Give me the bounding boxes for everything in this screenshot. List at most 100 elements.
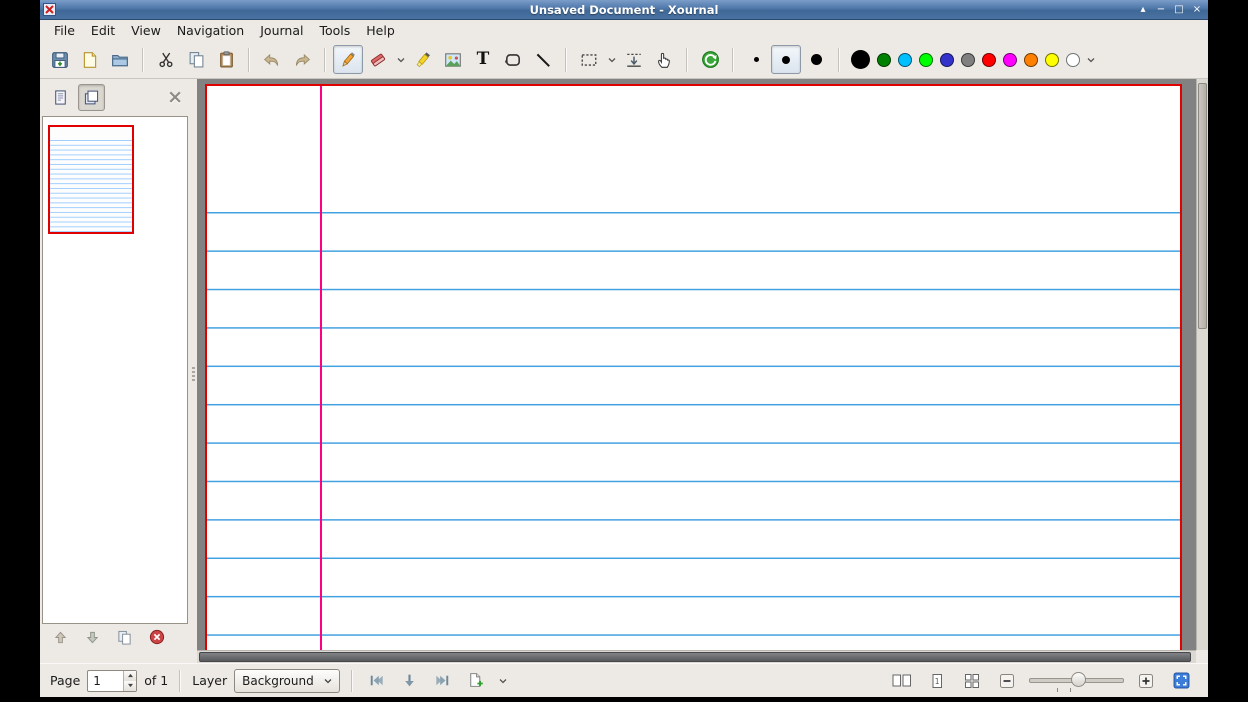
open-button[interactable] xyxy=(105,45,135,74)
menu-tools[interactable]: Tools xyxy=(311,21,358,40)
xournal-window: Unsaved Document - Xournal ▴ − □ × File … xyxy=(40,0,1208,697)
cut-button[interactable] xyxy=(151,45,181,74)
color-magenta-swatch[interactable] xyxy=(1003,53,1017,67)
selection-rect-icon xyxy=(580,51,598,69)
image-tool-button[interactable] xyxy=(438,45,468,74)
color-yellow-swatch[interactable] xyxy=(1045,53,1059,67)
toolbar-separator xyxy=(686,48,688,72)
maximize-button[interactable]: □ xyxy=(1171,2,1187,17)
menu-edit[interactable]: Edit xyxy=(83,21,123,40)
menu-help[interactable]: Help xyxy=(358,21,403,40)
shape-recognizer-button[interactable] xyxy=(498,45,528,74)
color-green-swatch[interactable] xyxy=(877,53,891,67)
page-thumbnail-list[interactable] xyxy=(42,116,188,624)
vertical-scrollbar-thumb[interactable] xyxy=(1198,83,1207,329)
color-blue-swatch[interactable] xyxy=(940,53,954,67)
fit-page-button[interactable] xyxy=(1168,669,1194,693)
pencil-icon xyxy=(339,51,357,69)
thickness-thick-button[interactable] xyxy=(801,45,831,74)
next-page-down-button[interactable] xyxy=(397,669,423,693)
page-number-value[interactable]: 1 xyxy=(88,671,123,691)
highlighter-tool-button[interactable] xyxy=(408,45,438,74)
layer-combobox[interactable]: Background xyxy=(234,669,340,693)
save-button[interactable] xyxy=(45,45,75,74)
horizontal-scrollbar[interactable] xyxy=(197,650,1196,663)
minimize-button[interactable]: − xyxy=(1153,2,1169,17)
color-red-swatch[interactable] xyxy=(982,53,996,67)
eraser-icon xyxy=(369,51,387,69)
menu-navigation[interactable]: Navigation xyxy=(169,21,252,40)
ruler-tool-button[interactable] xyxy=(528,45,558,74)
combo-arrow-icon xyxy=(324,678,332,684)
page-number-spinbox[interactable]: 1 xyxy=(87,670,137,692)
paste-button[interactable] xyxy=(211,45,241,74)
vertical-space-button[interactable] xyxy=(619,45,649,74)
fullscreen-fit-icon xyxy=(1173,672,1190,689)
redo-button[interactable] xyxy=(287,45,317,74)
add-page-icon xyxy=(467,672,484,689)
vertical-scrollbar[interactable] xyxy=(1196,79,1208,650)
grid-view-button[interactable] xyxy=(959,669,985,693)
continuous-view-button[interactable] xyxy=(889,669,915,693)
page-spin-up-button[interactable] xyxy=(124,671,136,681)
color-lightgreen-swatch[interactable] xyxy=(919,53,933,67)
thickness-fine-button[interactable] xyxy=(741,45,771,74)
zoom-out-button[interactable] xyxy=(994,669,1020,693)
duplicate-page-button[interactable] xyxy=(117,630,132,645)
color-gray-swatch[interactable] xyxy=(961,53,975,67)
next-page-button[interactable] xyxy=(85,630,100,645)
svg-text:1: 1 xyxy=(935,677,940,686)
sidebar-tab-layers[interactable] xyxy=(78,84,105,111)
color-white-swatch[interactable] xyxy=(1066,53,1080,67)
new-page-options-button[interactable] xyxy=(496,669,511,693)
sidebar-tab-pages[interactable] xyxy=(47,84,74,111)
color-black-swatch[interactable] xyxy=(851,50,870,69)
journal-page[interactable] xyxy=(205,84,1182,650)
menu-view[interactable]: View xyxy=(123,21,169,40)
horizontal-scrollbar-thumb[interactable] xyxy=(199,652,1191,662)
ruler-line-icon xyxy=(534,51,552,69)
hand-icon xyxy=(655,51,673,69)
new-page-button[interactable] xyxy=(75,45,105,74)
color-lightblue-swatch[interactable] xyxy=(898,53,912,67)
previous-page-button[interactable] xyxy=(53,630,68,645)
floppy-save-icon xyxy=(51,51,69,69)
undo-button[interactable] xyxy=(257,45,287,74)
toolbar-separator xyxy=(324,48,326,72)
default-green-refresh-icon xyxy=(701,50,720,69)
select-region-button[interactable] xyxy=(574,45,604,74)
hand-tool-button[interactable] xyxy=(649,45,679,74)
text-tool-button[interactable]: T xyxy=(468,45,498,74)
copy-button[interactable] xyxy=(181,45,211,74)
delete-page-button[interactable] xyxy=(149,629,165,645)
new-page-after-button[interactable] xyxy=(463,669,489,693)
eraser-tool-button[interactable] xyxy=(363,45,393,74)
menu-journal[interactable]: Journal xyxy=(252,21,311,40)
default-pen-button[interactable] xyxy=(695,45,725,74)
drawing-canvas[interactable] xyxy=(197,79,1196,650)
pen-tool-button[interactable] xyxy=(333,45,363,74)
single-page-view-button[interactable]: 1 xyxy=(924,669,950,693)
vertical-space-icon xyxy=(625,51,643,69)
page-thumbnail[interactable] xyxy=(48,125,134,234)
toolbar-separator xyxy=(732,48,734,72)
pane-resize-handle[interactable] xyxy=(190,79,197,650)
select-options-button[interactable] xyxy=(604,45,619,74)
eraser-options-button[interactable] xyxy=(393,45,408,74)
zoom-in-button[interactable] xyxy=(1133,669,1159,693)
page-spin-down-button[interactable] xyxy=(124,681,136,691)
last-page-button[interactable] xyxy=(430,669,456,693)
color-orange-swatch[interactable] xyxy=(1024,53,1038,67)
zoom-slider-handle[interactable] xyxy=(1071,672,1086,687)
menubar: File Edit View Navigation Journal Tools … xyxy=(40,20,1208,41)
color-options-button[interactable] xyxy=(1083,45,1098,74)
close-button[interactable]: × xyxy=(1189,2,1205,17)
zoom-slider[interactable] xyxy=(1029,670,1124,692)
shade-button[interactable]: ▴ xyxy=(1135,2,1151,17)
ruled-lines xyxy=(207,212,1180,650)
thickness-medium-button[interactable] xyxy=(771,45,801,74)
menu-file[interactable]: File xyxy=(46,21,83,40)
sidebar-close-button[interactable]: × xyxy=(167,88,183,107)
titlebar[interactable]: Unsaved Document - Xournal ▴ − □ × xyxy=(40,0,1208,20)
first-page-button[interactable] xyxy=(364,669,390,693)
